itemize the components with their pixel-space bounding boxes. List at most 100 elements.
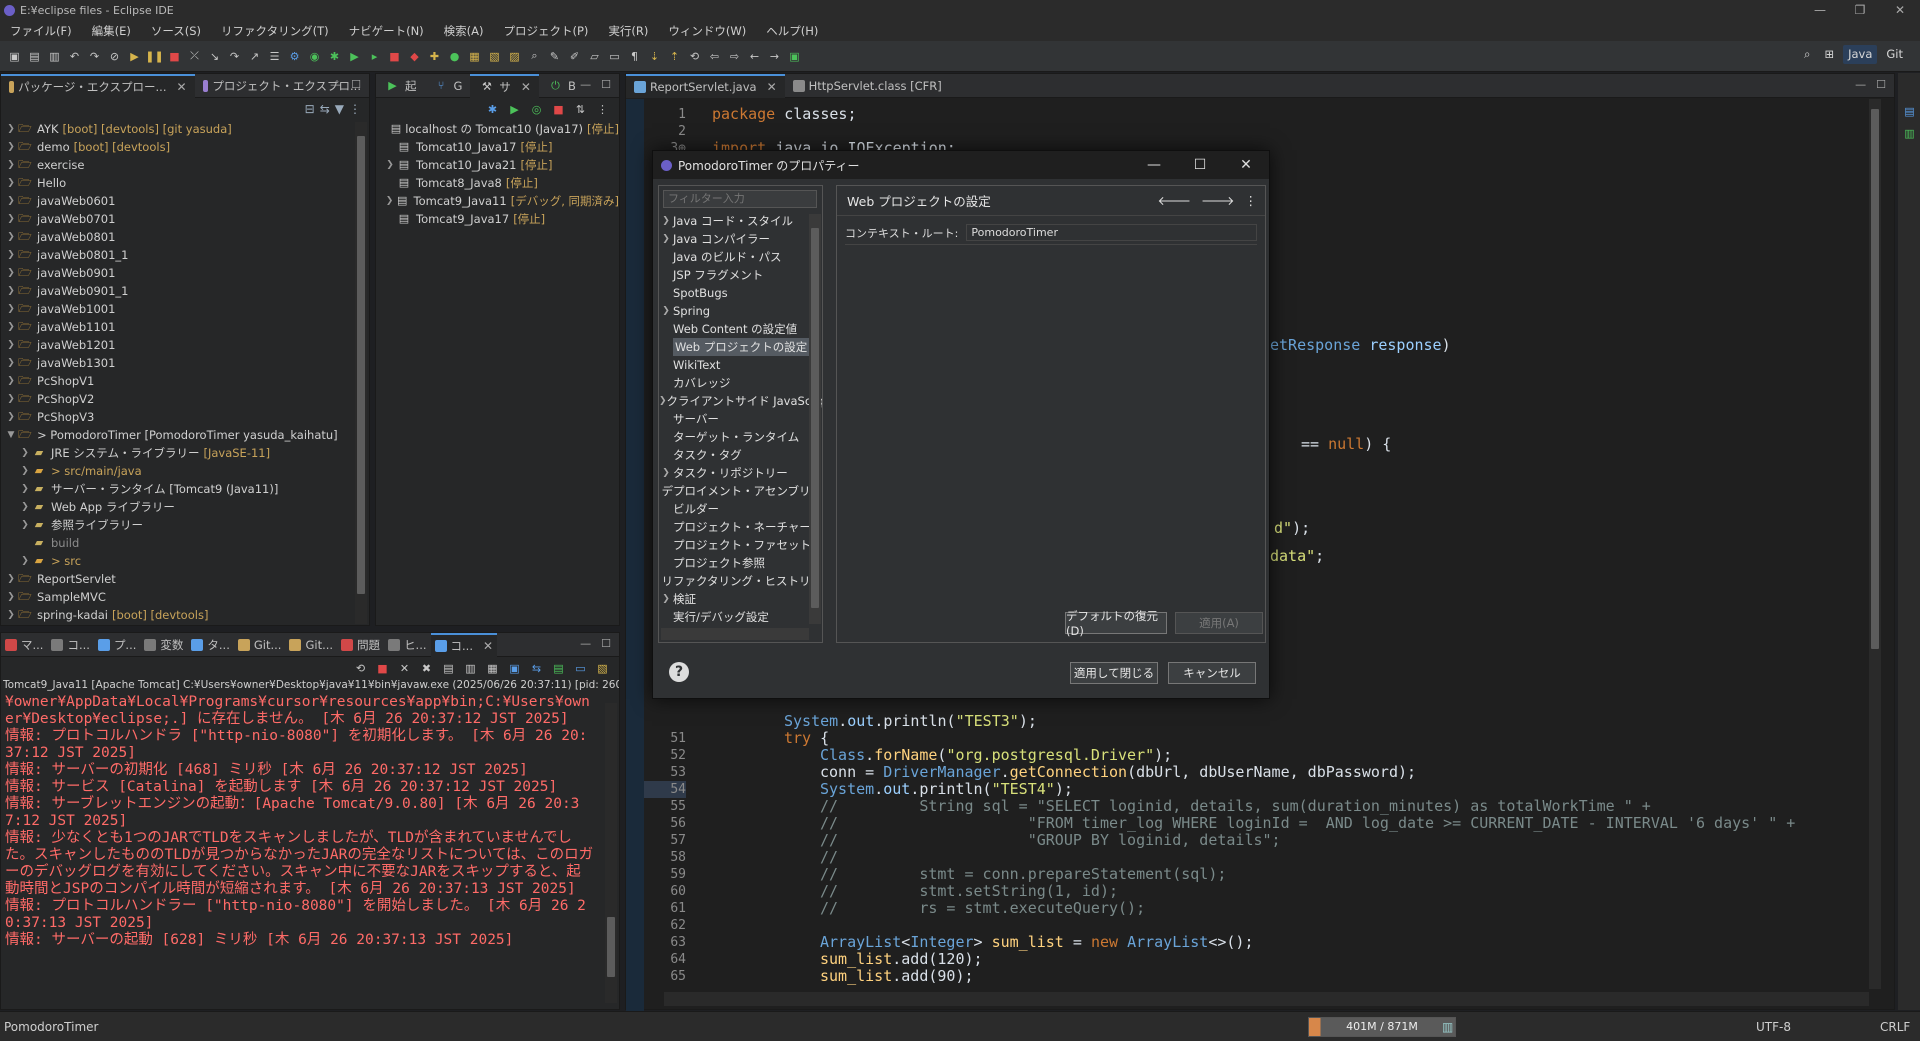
disconnect-icon[interactable]: ⤫ [186,48,203,65]
redo-icon[interactable]: ↷ [86,48,103,65]
chevron-right-icon[interactable]: ❯ [5,246,17,264]
category-item[interactable]: 実行/デバッグ設定 [659,608,822,622]
close-icon[interactable]: ✕ [521,80,531,94]
tree-item[interactable]: ❯ 🗁 spring-kadai [boot] [devtools] [5,606,369,624]
annotation-icon[interactable]: ✎ [546,48,563,65]
chevron-right-icon[interactable]: ❯ [5,138,17,156]
open-type-icon[interactable]: ▦ [466,48,483,65]
view-menu-icon[interactable]: ⋮ [1245,193,1258,209]
category-scrollbar[interactable] [809,214,821,624]
editor-vscrollbar[interactable] [1869,99,1881,989]
chevron-right-icon[interactable]: ❯ [5,354,17,372]
tree-item[interactable]: ❯ 🗁 PcShopV3 [5,408,369,426]
last-edit-icon[interactable]: ⟲ [686,48,703,65]
view-menu-icon[interactable]: ⋮ [349,102,361,116]
nav-back-icon[interactable]: ← [746,48,763,65]
chevron-right-icon[interactable]: ❯ [19,462,31,480]
tree-item[interactable]: ❯ 🗁 javaWeb1201 [5,336,369,354]
tree-item[interactable]: ❯ 🗁 javaWeb0801_1 [5,246,369,264]
tab-boot[interactable]: ⏻ B [539,74,584,98]
tree-item[interactable]: ❯ 🗁 javaWeb0701 [5,210,369,228]
chevron-right-icon[interactable]: ❯ [5,390,17,408]
restore-button[interactable]: ❐ [1840,0,1880,21]
new-icon[interactable]: ▣ [6,48,23,65]
server-item[interactable]: ▤ Tomcat9_Java17 [停止] [384,210,619,228]
tree-item[interactable]: ❯ 🗁 PcShopV2 [5,390,369,408]
show-console-icon[interactable]: ▣ [506,660,523,677]
tab-report-servlet[interactable]: ReportServlet.java ✕ [626,73,785,98]
collapse-all-icon[interactable]: ⊟ [305,102,315,116]
step-into-icon[interactable]: ↘ [206,48,223,65]
open-perspective-icon[interactable]: ⊞ [1819,45,1839,64]
scroll-thumb[interactable] [811,228,819,608]
back-arrow-icon[interactable]: 🡐 [1157,193,1191,209]
save-icon[interactable]: ▤ [26,48,43,65]
restore-defaults-button[interactable]: デフォルトの復元(D) [1065,609,1167,638]
server-publish-icon[interactable]: ⇅ [572,101,589,118]
close-window-button[interactable]: ✕ [1880,0,1920,21]
server-profile-icon[interactable]: ◎ [528,101,545,118]
remove-all-icon[interactable]: ✖ [418,660,435,677]
skip-breakpoints-icon[interactable]: ⊘ [106,48,123,65]
chevron-right-icon[interactable]: ❯ [5,228,17,246]
console-tab[interactable]: 問題 [337,633,384,657]
block-select-icon[interactable]: ▭ [606,48,623,65]
help-icon[interactable]: ? [669,662,689,682]
menu-run[interactable]: 実行(R) [598,23,658,39]
chevron-right-icon[interactable]: ❯ [19,480,31,498]
search-icon[interactable]: ⌕ [1799,45,1815,64]
tree-item[interactable]: ❯ ▰ JRE システム・ライブラリー [JavaSE-11] [5,444,369,462]
task-list-icon[interactable]: ▥ [1901,125,1918,142]
tree-item[interactable]: ❯ ▰ > src [5,552,369,570]
chevron-right-icon[interactable]: ❯ [19,498,31,516]
tree-item[interactable]: ❯ 🗁 javaWeb0901_1 [5,282,369,300]
server-item[interactable]: ❯ ▤ Tomcat10_Java21 [停止] [384,156,619,174]
minimize-view-icon[interactable]: — [330,78,341,91]
chevron-right-icon[interactable]: ❯ [5,408,17,426]
server-item[interactable]: ❯ ▤ Tomcat9_Java11 [デバッグ, 同期済み] [384,192,619,210]
menu-file[interactable]: ファイル(F) [0,23,82,39]
scroll-thumb[interactable] [1871,109,1879,649]
chevron-right-icon[interactable]: ❯ [659,212,673,230]
console-tab[interactable]: コ... [47,633,93,657]
chevron-right-icon[interactable]: ❯ [659,230,673,248]
dialog-minimize-button[interactable]: — [1131,151,1177,179]
tab-servers[interactable]: ⚒ サ ✕ [470,73,539,98]
menu-source[interactable]: ソース(S) [141,23,211,39]
server-start-icon[interactable]: ▶ [506,101,523,118]
chevron-right-icon[interactable]: ❯ [5,570,17,588]
category-item[interactable]: ❯ クライアントサイド JavaScript [659,392,822,410]
scroll-lock-icon[interactable]: ▥ [462,660,479,677]
chevron-right-icon[interactable]: ❯ [5,174,17,192]
category-item[interactable]: タスク・タグ [659,446,822,464]
category-item[interactable]: ❯ Java コード・スタイル [659,212,822,230]
restart-icon[interactable]: ⟲ [352,660,369,677]
open-resource-icon[interactable]: ▨ [506,48,523,65]
back-icon[interactable]: ⇦ [706,48,723,65]
encoding-status[interactable]: UTF-8 [1756,1020,1791,1034]
chevron-down-icon[interactable]: ▼ [5,426,17,444]
menu-search[interactable]: 検索(A) [434,23,494,39]
console-tab[interactable]: タ... [187,633,233,657]
link-editor-icon[interactable]: ⇆ [320,102,330,116]
console-tab[interactable]: マ... [1,633,47,657]
tree-item[interactable]: ❯ 🗁 javaWeb1101 [5,318,369,336]
console-tab[interactable]: Git... [285,633,337,657]
resume-icon[interactable]: ▶ [126,48,143,65]
chevron-right-icon[interactable]: ❯ [19,444,31,462]
display-console-icon[interactable]: ▤ [550,660,567,677]
chevron-right-icon[interactable]: ❯ [5,282,17,300]
tree-item[interactable]: ❯ 🗁 javaWeb0601 [5,192,369,210]
server-item[interactable]: ▤ Tomcat8_Java8 [停止] [384,174,619,192]
chevron-right-icon[interactable]: ❯ [19,552,31,570]
new-class-icon[interactable]: ● [446,48,463,65]
category-hscrollbar[interactable] [661,628,809,640]
close-icon[interactable]: ✕ [767,80,777,94]
settings-icon[interactable]: ⚙ [286,48,303,65]
step-over-icon[interactable]: ↷ [226,48,243,65]
chevron-right-icon[interactable]: ❯ [5,318,17,336]
forward-arrow-icon[interactable]: 🡒 [1201,193,1235,209]
category-item[interactable]: プロジェクト・ネーチャー [659,518,822,536]
category-item[interactable]: Java のビルド・パス [659,248,822,266]
tab-git[interactable]: ⑂ G [425,74,471,98]
